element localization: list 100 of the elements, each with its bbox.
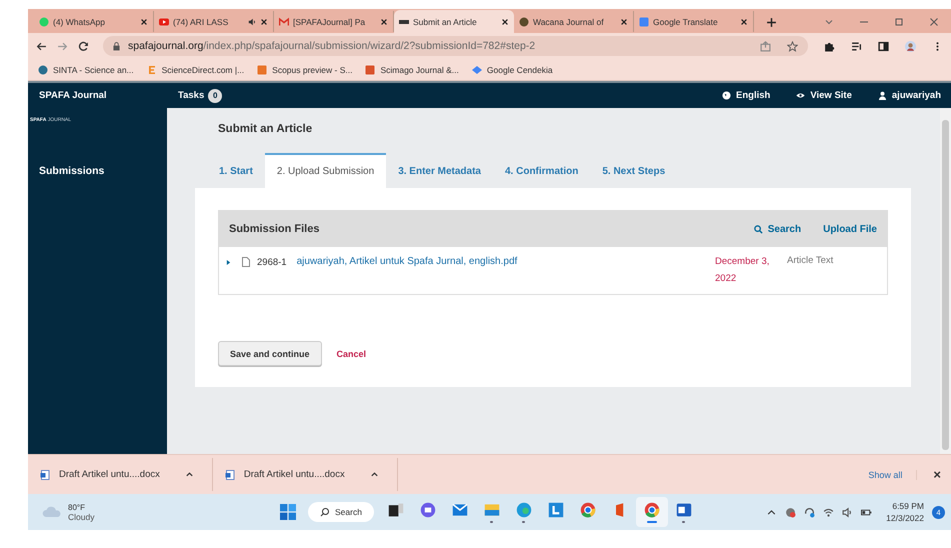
bookmark[interactable]: Scimago Journal &... <box>365 64 459 74</box>
tab-title: [SPAFAJournal] Pa <box>293 16 366 26</box>
start-icon[interactable] <box>280 504 296 520</box>
tab-title: Submit an Article <box>413 16 478 26</box>
playlist-icon[interactable] <box>851 40 862 52</box>
close-button[interactable]: × <box>927 466 947 483</box>
browser-tab[interactable]: Google Translate <box>634 11 754 32</box>
show-all-link[interactable]: Show all <box>868 470 918 480</box>
mail-icon <box>452 502 468 518</box>
taskbar-search[interactable]: Search <box>308 502 374 522</box>
clock-time[interactable]: 6:59 PM <box>886 500 924 512</box>
sidebar-item[interactable]: Submissions <box>28 165 167 177</box>
bookmark[interactable]: Google Cendekia <box>472 64 553 74</box>
tasks-count: 0 <box>208 88 222 102</box>
app-icon <box>548 502 564 518</box>
upload-file-link[interactable]: Upload File <box>823 224 877 234</box>
avatar-icon[interactable] <box>905 40 916 52</box>
user-icon <box>878 91 887 100</box>
close-icon[interactable] <box>501 18 509 26</box>
browser-tab[interactable]: Wacana Journal of <box>514 11 634 32</box>
step-tab[interactable]: 4. Confirmation <box>493 153 590 188</box>
document-icon <box>40 470 50 480</box>
download-item[interactable]: Draft Artikel untu....docx <box>28 458 213 491</box>
document-icon <box>224 470 235 480</box>
close-icon[interactable] <box>140 18 148 26</box>
chat-icon <box>420 502 436 518</box>
save-button[interactable]: Save and continue <box>218 341 322 366</box>
file-id: 2968-1 <box>257 257 287 268</box>
cloud-sync-icon[interactable] <box>785 506 796 518</box>
file-link[interactable]: ajuwariyah, Artikel untuk Spafa Jurnal, english.pdf <box>296 256 715 267</box>
clock-date[interactable]: 12/3/2022 <box>886 512 924 524</box>
play-icon <box>159 16 169 26</box>
site-icon <box>519 16 529 26</box>
wifi-icon[interactable] <box>823 506 834 518</box>
browser-icon <box>580 502 596 518</box>
browser-tab[interactable]: (74) ARI LASS <box>154 11 274 32</box>
scrollbar[interactable] <box>940 108 951 454</box>
back-icon[interactable] <box>36 40 47 52</box>
search-icon <box>320 507 330 517</box>
bookmark-icon <box>146 64 157 74</box>
close-icon[interactable] <box>380 18 388 26</box>
tab-title: Wacana Journal of <box>533 16 605 26</box>
search-icon <box>754 224 763 234</box>
site-icon <box>39 16 49 26</box>
caret-icon[interactable] <box>184 470 194 479</box>
expand-icon[interactable] <box>226 259 231 266</box>
bookmark[interactable]: ScienceDirect.com |... <box>146 64 244 74</box>
document-icon <box>676 502 692 518</box>
tab-title: Google Translate <box>653 16 719 26</box>
reload-icon[interactable] <box>78 40 89 52</box>
bookmark-icon <box>257 64 268 74</box>
file-icon <box>242 257 250 267</box>
page-title: Submit an Article <box>217 122 314 137</box>
weather-condition: Cloudy <box>68 512 94 522</box>
bookmark-icon <box>365 64 376 74</box>
bookmark-icon <box>472 64 482 74</box>
step-tab[interactable]: 3. Enter Metadata <box>386 153 493 188</box>
headset-icon[interactable] <box>804 506 816 518</box>
cancel-link[interactable]: Cancel <box>336 348 366 358</box>
close-icon[interactable] <box>260 18 268 26</box>
cloud-icon <box>42 506 62 518</box>
puzzle-icon[interactable] <box>824 40 835 52</box>
tab-title: (74) ARI LASS <box>173 16 230 26</box>
browser-tab[interactable]: Submit an Article <box>394 10 514 33</box>
step-tab[interactable]: 5. Next Steps <box>590 153 678 188</box>
file-type: Article Text <box>787 255 834 266</box>
bookmark[interactable]: SINTA - Science an... <box>38 64 134 74</box>
bookmark[interactable]: Scopus preview - S... <box>257 64 352 74</box>
speaker-icon[interactable] <box>842 506 854 518</box>
file-date: December 3, 2022 <box>715 255 770 286</box>
step-tab[interactable]: 1. Start <box>207 153 265 188</box>
user-link[interactable]: ajuwariyah <box>878 90 941 101</box>
restore-icon[interactable] <box>894 17 904 27</box>
site-name[interactable]: SPAFA Journal <box>28 83 167 108</box>
chevron-down-icon[interactable] <box>824 17 834 27</box>
site-icon <box>639 16 649 26</box>
close-icon[interactable] <box>740 18 748 26</box>
lock-icon <box>113 42 120 50</box>
globe-icon <box>722 91 732 100</box>
caret-icon[interactable] <box>370 470 379 479</box>
browser-tab[interactable]: (4) WhatsApp <box>34 11 154 32</box>
bookmark-icon <box>38 64 48 74</box>
browser-icon <box>516 502 532 518</box>
tasks-link[interactable]: Tasks <box>178 90 204 101</box>
address-bar[interactable]: spafajournal.org/index.php/spafajournal/submission/wizard/2?submissionId=782#step-2 <box>103 36 808 56</box>
download-item[interactable]: Draft Artikel untu....docx <box>212 458 398 491</box>
new-tab-icon[interactable] <box>766 17 777 28</box>
speaker-icon[interactable] <box>248 18 256 26</box>
step-tab[interactable]: 2. Upload Submission <box>264 153 386 188</box>
side-panel-icon[interactable] <box>878 40 889 52</box>
view-site-link[interactable]: View Site <box>796 90 852 101</box>
grid-title: Submission Files <box>229 223 320 235</box>
tab-title: (4) WhatsApp <box>53 16 106 26</box>
site-icon <box>279 16 289 26</box>
url-text: spafajournal.org/index.php/spafajournal/submission/wizard/2?submissionId=782#step-2 <box>128 40 536 52</box>
close-icon[interactable] <box>620 18 628 26</box>
search-link[interactable]: Search <box>754 224 802 234</box>
browser-icon <box>644 502 660 518</box>
language-link[interactable]: English <box>722 90 770 101</box>
star-icon[interactable] <box>787 40 798 52</box>
